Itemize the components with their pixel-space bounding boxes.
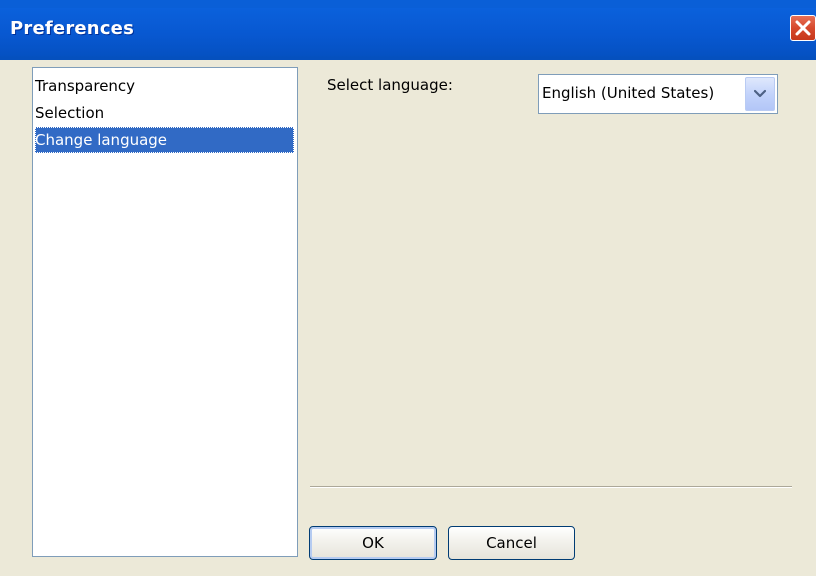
ok-button[interactable]: OK — [309, 526, 437, 560]
category-item-label: Change language — [35, 131, 168, 149]
category-item-selection[interactable]: Selection — [35, 100, 294, 126]
category-item-change-language[interactable]: Change language — [35, 127, 294, 153]
title-bar[interactable]: Preferences — [0, 0, 816, 60]
category-item-transparency[interactable]: Transparency — [35, 73, 294, 99]
category-list[interactable]: Transparency Selection Change language — [32, 67, 298, 557]
category-item-label: Transparency — [35, 77, 136, 95]
close-button[interactable] — [790, 15, 816, 41]
select-language-label: Select language: — [327, 76, 453, 94]
language-dropdown-button[interactable] — [745, 77, 775, 111]
language-select[interactable]: English (United States) — [538, 74, 778, 114]
preferences-dialog: Preferences Transparency Selection Chang… — [0, 0, 816, 576]
divider — [310, 486, 792, 488]
category-item-label: Selection — [35, 104, 105, 122]
window-title: Preferences — [10, 18, 135, 39]
close-icon — [795, 20, 811, 36]
chevron-down-icon — [754, 89, 766, 98]
language-select-value: English (United States) — [542, 84, 715, 102]
cancel-button[interactable]: Cancel — [448, 526, 575, 560]
